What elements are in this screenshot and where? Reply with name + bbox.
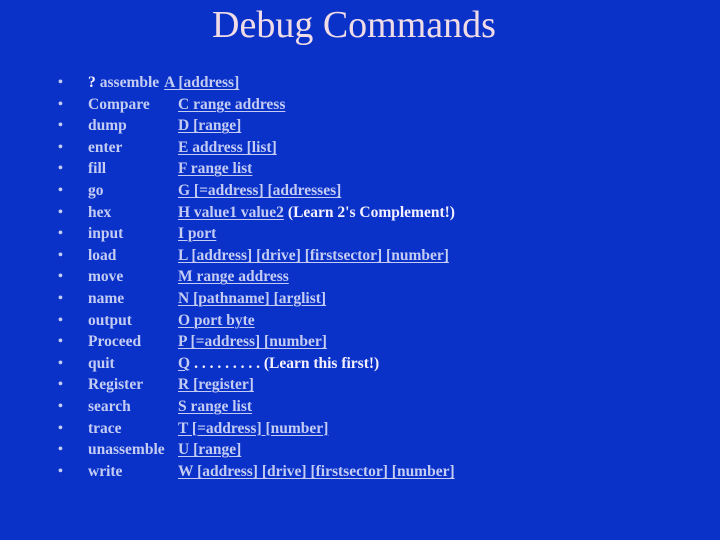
command-name: Compare — [88, 95, 150, 113]
command-entry: Proceed P [=address] [number] — [88, 331, 327, 352]
bullet-icon: • — [58, 161, 63, 177]
command-name: search — [88, 397, 131, 415]
command-name: move — [88, 268, 124, 286]
command-entry: write W [address] [drive] [firstsector] [… — [88, 461, 455, 482]
bullet-icon: • — [58, 204, 63, 220]
command-entry: go G [=address] [addresses] — [88, 180, 341, 201]
command-link[interactable]: go G [=address] [addresses] — [88, 182, 341, 199]
command-link[interactable]: Proceed P [=address] [number] — [88, 333, 327, 350]
command-name: go — [88, 181, 104, 199]
command-syntax: H value1 value2 — [178, 203, 284, 221]
command-syntax: G [=address] [addresses] — [178, 181, 342, 199]
command-note: . . . . . . . . . (Learn this first!) — [194, 354, 380, 372]
command-syntax: P [=address] [number] — [178, 333, 327, 351]
command-entry: enter E address [list] — [88, 137, 277, 158]
command-link[interactable]: dump D [range] — [88, 117, 241, 134]
bullet-icon: • — [58, 377, 63, 393]
command-link[interactable]: move M range address — [88, 268, 289, 285]
command-entry: search S range list — [88, 396, 252, 417]
bullet-icon: • — [58, 226, 63, 242]
command-syntax: L [address] [drive] [firstsector] [numbe… — [178, 246, 449, 264]
command-name: dump — [88, 117, 127, 135]
bullet-icon: • — [58, 182, 63, 198]
command-syntax: E address [list] — [178, 138, 277, 156]
command-name: quit — [88, 354, 115, 372]
bullet-icon: • — [58, 398, 63, 414]
bullet-icon: • — [58, 269, 63, 285]
bullet-icon: • — [58, 463, 63, 479]
command-syntax: S range list — [178, 397, 253, 415]
command-syntax: O port byte — [178, 311, 255, 329]
command-link[interactable]: fill F range list — [88, 160, 252, 177]
command-link[interactable]: load L [address] [drive] [firstsector] [n… — [88, 247, 449, 264]
command-name: fill — [88, 160, 107, 178]
command-link[interactable]: Register R [register] — [88, 376, 254, 393]
command-name: Proceed — [88, 333, 142, 351]
command-entry: input I port — [88, 223, 216, 244]
command-syntax: D [range] — [178, 117, 242, 135]
command-syntax: M range address — [178, 268, 289, 286]
command-entry: load L [address] [drive] [firstsector] [n… — [88, 245, 449, 266]
command-name: write — [88, 462, 123, 480]
command-link[interactable]: unassemble U [range] — [88, 441, 241, 458]
command-syntax: T [=address] [number] — [178, 419, 329, 437]
command-name: hex — [88, 203, 112, 221]
command-name: assemble — [99, 74, 160, 91]
bullet-icon: • — [58, 334, 63, 350]
command-entry: name N [pathname] [arglist] — [88, 288, 326, 309]
command-syntax: Q — [178, 354, 191, 372]
command-link[interactable]: output O port byte — [88, 312, 255, 329]
command-prefix: ? — [88, 74, 96, 91]
command-entry: quit Q. . . . . . . . . (Learn this first… — [88, 353, 379, 374]
command-syntax: A [address] — [164, 74, 240, 91]
command-name: enter — [88, 138, 123, 156]
bullet-icon: • — [58, 118, 63, 134]
command-link[interactable]: quit Q — [88, 355, 190, 372]
command-entry: dump D [range] — [88, 115, 241, 136]
command-link[interactable]: enter E address [list] — [88, 139, 277, 156]
bullet-icon: • — [58, 290, 63, 306]
command-entry: Compare C range address — [88, 94, 285, 115]
slide-title: Debug Commands — [212, 4, 496, 46]
command-entry: fill F range list — [88, 158, 252, 179]
command-name: name — [88, 289, 125, 307]
command-syntax: I port — [178, 225, 217, 243]
command-name: output — [88, 311, 132, 329]
command-link[interactable]: assemble A [address] — [100, 74, 240, 91]
command-link[interactable]: search S range list — [88, 398, 252, 415]
command-name: Register — [88, 376, 144, 394]
command-syntax: C range address — [178, 95, 286, 113]
bullet-icon: • — [58, 355, 63, 371]
command-entry: move M range address — [88, 266, 289, 287]
command-note: (Learn 2's Complement!) — [287, 203, 455, 221]
bullet-icon: • — [58, 312, 63, 328]
command-link[interactable]: hex H value1 value2 — [88, 204, 284, 221]
command-entry: unassemble U [range] — [88, 439, 241, 460]
command-entry: hex H value1 value2 (Learn 2's Complement!… — [88, 202, 455, 223]
bullet-icon: • — [58, 75, 63, 90]
command-syntax: F range list — [178, 160, 253, 178]
command-link[interactable]: input I port — [88, 225, 216, 242]
bullet-icon: • — [58, 139, 63, 155]
command-entry: trace T [=address] [number] — [88, 418, 328, 439]
command-name: trace — [88, 419, 122, 437]
command-entry: ? assemble A [address] — [88, 72, 239, 93]
command-syntax: N [pathname] [arglist] — [178, 289, 327, 307]
command-name: input — [88, 225, 124, 243]
command-link[interactable]: Compare C range address — [88, 96, 285, 113]
bullet-icon: • — [58, 420, 63, 436]
bullet-icon: • — [58, 442, 63, 458]
command-syntax: W [address] [drive] [firstsector] [numbe… — [178, 462, 455, 480]
command-name: load — [88, 246, 117, 264]
command-entry: output O port byte — [88, 310, 255, 331]
command-link[interactable]: write W [address] [drive] [firstsector] [… — [88, 463, 455, 480]
bullet-icon: • — [58, 96, 63, 112]
command-syntax: U [range] — [178, 441, 242, 459]
command-link[interactable]: name N [pathname] [arglist] — [88, 290, 326, 307]
bullet-icon: • — [58, 247, 63, 263]
command-link[interactable]: trace T [=address] [number] — [88, 420, 328, 437]
command-entry: Register R [register] — [88, 374, 254, 395]
command-syntax: R [register] — [178, 376, 254, 394]
command-name: unassemble — [88, 441, 165, 459]
